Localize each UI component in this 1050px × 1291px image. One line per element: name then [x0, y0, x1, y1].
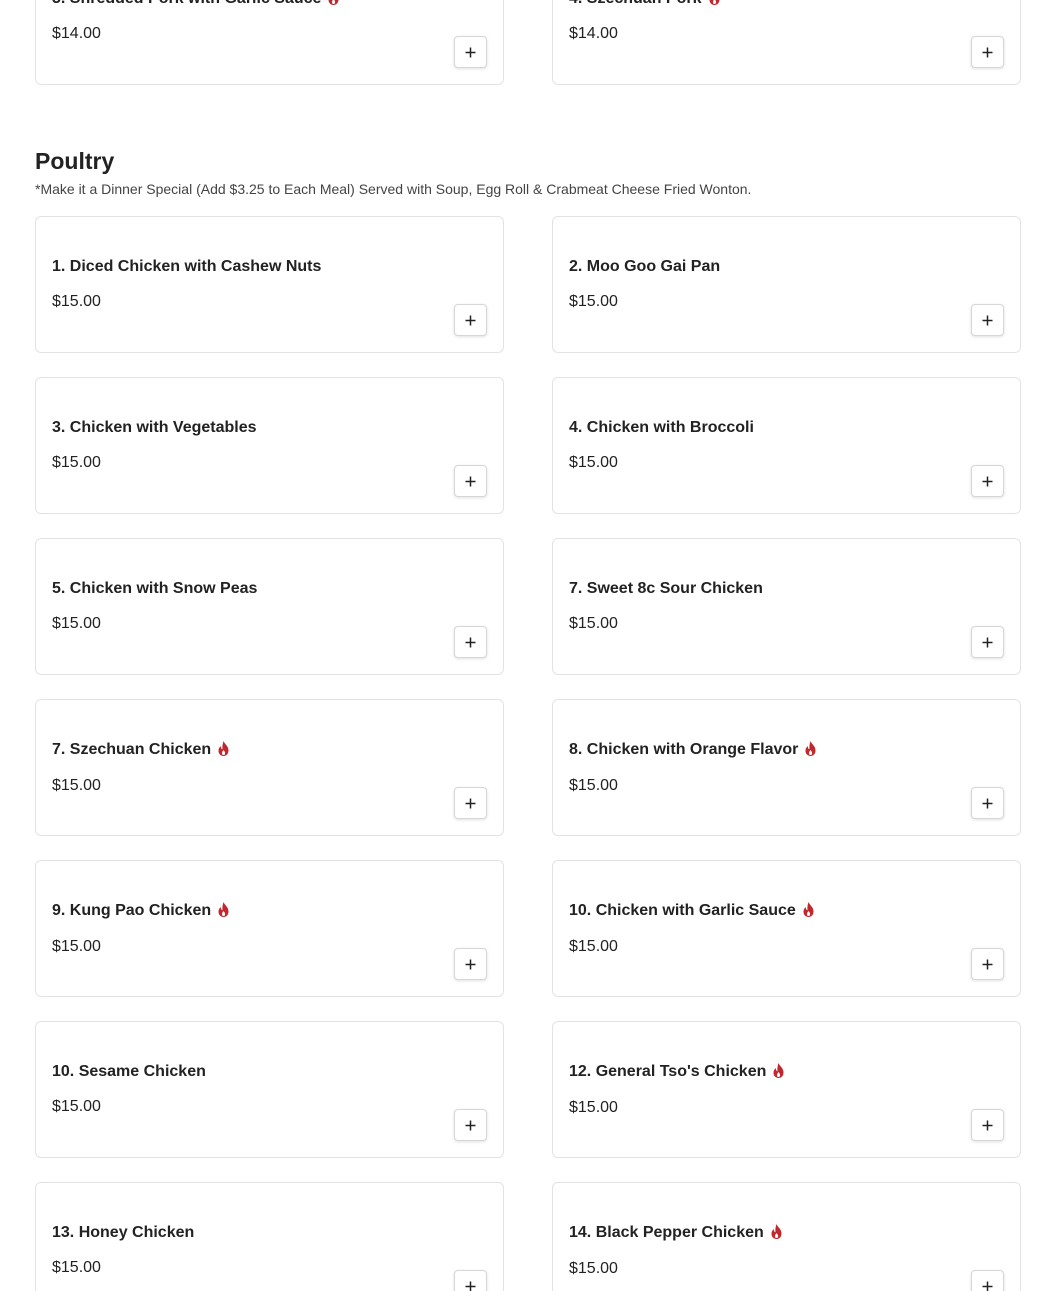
add-item-button[interactable] — [454, 1270, 487, 1291]
menu-item-price: $15.00 — [569, 615, 618, 632]
menu-item-card[interactable]: 1. Diced Chicken with Cashew Nuts $15.00 — [35, 216, 504, 353]
menu-item-name: 3. Shredded Pork with Garlic Sauce — [52, 0, 340, 8]
add-item-button[interactable] — [971, 36, 1004, 68]
plus-icon — [465, 959, 476, 969]
plus-icon — [982, 1120, 993, 1130]
plus-icon — [982, 959, 993, 969]
menu-item-price: $15.00 — [569, 454, 618, 471]
menu-item-card[interactable]: 10. Sesame Chicken $15.00 — [35, 1021, 504, 1158]
menu-item-card[interactable]: 12. General Tso's Chicken $15.00 — [552, 1021, 1021, 1158]
flame-icon — [218, 740, 229, 756]
menu-item-price: $14.00 — [52, 25, 101, 42]
menu-item-price: $15.00 — [569, 293, 618, 310]
menu-page: 3. Shredded Pork with Garlic Sauce $14.0… — [0, 0, 1050, 1291]
add-item-button[interactable] — [971, 948, 1004, 980]
plus-icon — [982, 637, 993, 647]
add-item-button[interactable] — [971, 787, 1004, 819]
menu-item-card[interactable]: 4. Szechuan Pork $14.00 — [552, 0, 1021, 85]
plus-icon — [982, 47, 993, 57]
plus-icon — [465, 315, 476, 325]
add-item-button[interactable] — [971, 465, 1004, 497]
menu-item-card[interactable]: 4. Chicken with Broccoli $15.00 — [552, 377, 1021, 514]
menu-item-card[interactable]: 3. Shredded Pork with Garlic Sauce $14.0… — [35, 0, 504, 85]
menu-item-card[interactable]: 3. Chicken with Vegetables $15.00 — [35, 377, 504, 514]
menu-item-price: $15.00 — [569, 1260, 618, 1277]
menu-item-name: 9. Kung Pao Chicken — [52, 901, 230, 920]
menu-item-price: $15.00 — [52, 1259, 101, 1276]
menu-item-card[interactable]: 14. Black Pepper Chicken $15.00 — [552, 1182, 1021, 1291]
plus-icon — [982, 1281, 993, 1291]
flame-icon — [218, 901, 229, 917]
add-item-button[interactable] — [454, 1109, 487, 1141]
menu-item-price: $15.00 — [52, 293, 101, 310]
menu-item-price: $15.00 — [569, 777, 618, 794]
menu-item-name: 12. General Tso's Chicken — [569, 1062, 785, 1081]
plus-icon — [465, 637, 476, 647]
previous-section-grid: 3. Shredded Pork with Garlic Sauce $14.0… — [35, 0, 1021, 85]
menu-item-card[interactable]: 8. Chicken with Orange Flavor $15.00 — [552, 699, 1021, 836]
add-item-button[interactable] — [454, 304, 487, 336]
flame-icon — [771, 1223, 782, 1239]
flame-icon — [803, 901, 814, 917]
menu-item-name: 8. Chicken with Orange Flavor — [569, 740, 817, 759]
flame-icon — [805, 740, 816, 756]
menu-item-card[interactable]: 9. Kung Pao Chicken $15.00 — [35, 860, 504, 997]
menu-item-price: $15.00 — [569, 938, 618, 955]
menu-item-name: 3. Chicken with Vegetables — [52, 419, 257, 436]
menu-item-price: $15.00 — [52, 1098, 101, 1115]
plus-icon — [465, 1120, 476, 1130]
add-item-button[interactable] — [971, 1270, 1004, 1291]
section-description: *Make it a Dinner Special (Add $3.25 to … — [35, 181, 752, 197]
add-item-button[interactable] — [454, 626, 487, 658]
menu-item-name: 4. Chicken with Broccoli — [569, 419, 754, 436]
menu-item-name: 7. Szechuan Chicken — [52, 740, 230, 759]
menu-item-name: 4. Szechuan Pork — [569, 0, 721, 8]
menu-item-card[interactable]: 7. Szechuan Chicken $15.00 — [35, 699, 504, 836]
section-header: Poultry *Make it a Dinner Special (Add $… — [35, 146, 1021, 198]
menu-item-name: 14. Black Pepper Chicken — [569, 1223, 783, 1242]
menu-item-card[interactable]: 2. Moo Goo Gai Pan $15.00 — [552, 216, 1021, 353]
menu-items-grid: 1. Diced Chicken with Cashew Nuts $15.00 2… — [35, 216, 1021, 1291]
menu-item-price: $15.00 — [569, 1099, 618, 1116]
menu-item-name: 1. Diced Chicken with Cashew Nuts — [52, 258, 322, 275]
menu-item-name: 7. Sweet 8c Sour Chicken — [569, 580, 763, 597]
plus-icon — [982, 315, 993, 325]
flame-icon — [328, 0, 339, 5]
menu-item-price: $15.00 — [52, 454, 101, 471]
plus-icon — [982, 476, 993, 486]
plus-icon — [465, 476, 476, 486]
add-item-button[interactable] — [454, 948, 487, 980]
menu-item-card[interactable]: 5. Chicken with Snow Peas $15.00 — [35, 538, 504, 675]
menu-item-price: $15.00 — [52, 777, 101, 794]
flame-icon — [709, 0, 719, 5]
flame-icon — [773, 1062, 784, 1078]
menu-item-price: $14.00 — [569, 25, 618, 42]
section-title: Poultry — [35, 148, 115, 174]
add-item-button[interactable] — [454, 36, 487, 68]
menu-item-card[interactable]: 13. Honey Chicken $15.00 — [35, 1182, 504, 1291]
add-item-button[interactable] — [454, 787, 487, 819]
plus-icon — [982, 798, 993, 808]
menu-item-name: 2. Moo Goo Gai Pan — [569, 258, 721, 275]
menu-item-name: 13. Honey Chicken — [52, 1224, 195, 1241]
menu-item-card[interactable]: 7. Sweet 8c Sour Chicken $15.00 — [552, 538, 1021, 675]
menu-item-price: $15.00 — [52, 615, 101, 632]
menu-item-name: 10. Sesame Chicken — [52, 1063, 206, 1080]
add-item-button[interactable] — [454, 465, 487, 497]
plus-icon — [465, 47, 476, 57]
plus-icon — [465, 1281, 476, 1291]
plus-icon — [465, 798, 476, 808]
add-item-button[interactable] — [971, 1109, 1004, 1141]
menu-item-card[interactable]: 10. Chicken with Garlic Sauce $15.00 — [552, 860, 1021, 997]
menu-item-name: 10. Chicken with Garlic Sauce — [569, 901, 815, 920]
add-item-button[interactable] — [971, 304, 1004, 336]
menu-item-name: 5. Chicken with Snow Peas — [52, 580, 258, 597]
menu-item-price: $15.00 — [52, 938, 101, 955]
add-item-button[interactable] — [971, 626, 1004, 658]
